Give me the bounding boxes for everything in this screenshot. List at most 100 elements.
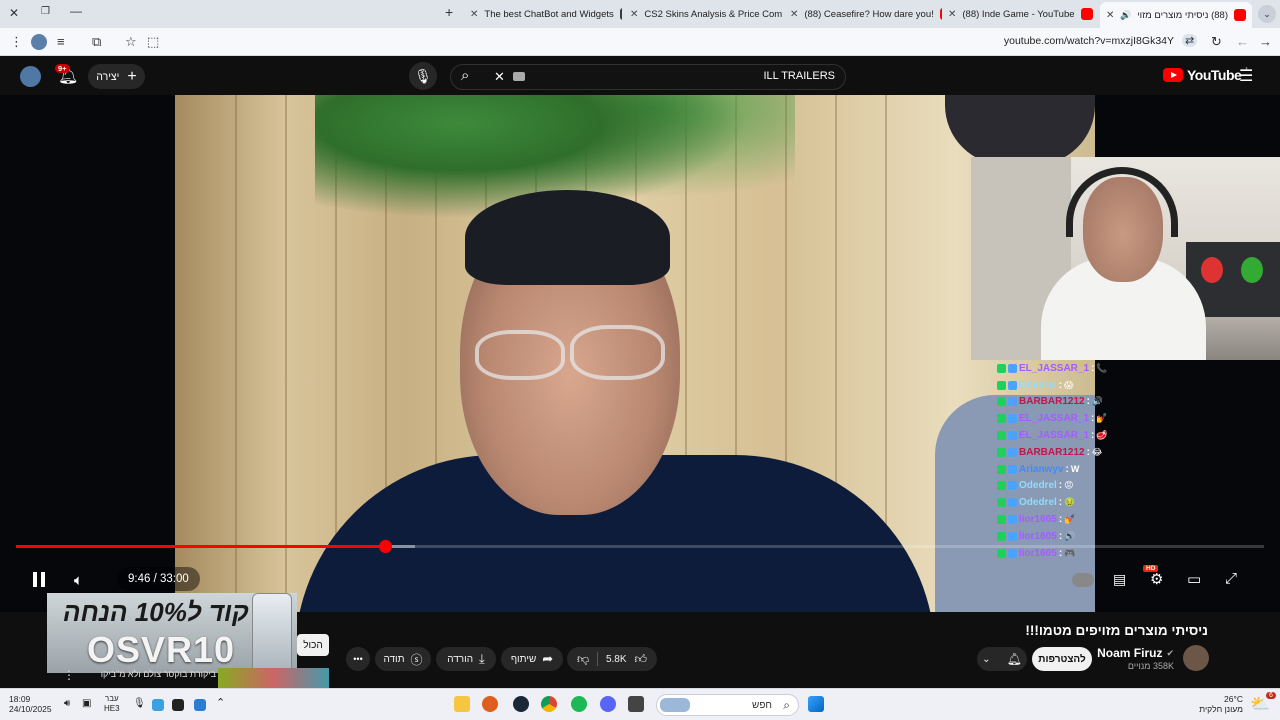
back-arrow-icon[interactable]: ←	[1236, 34, 1249, 49]
tray-app-icon[interactable]	[152, 699, 164, 711]
search-box[interactable]: ⌕ ✕ ILL TRAILERS	[450, 64, 846, 90]
account-avatar[interactable]	[20, 66, 41, 87]
subtitles-icon[interactable]: ▤	[1113, 571, 1126, 588]
network-icon[interactable]: ▣	[82, 698, 91, 709]
system-clock[interactable]: 18:09 24/10/2025	[9, 694, 52, 714]
windows-start-icon[interactable]	[808, 696, 824, 712]
chat-badge-icon	[1008, 414, 1017, 424]
thanks-dollar-icon: ⓢ	[410, 652, 423, 667]
chat-message: EL_JASSAR_1: 📞	[997, 360, 1157, 377]
url-field[interactable]: youtube.com/watch?v=mxzjI8Gk34Y	[1004, 35, 1174, 47]
notification-count-badge: 9+	[55, 64, 70, 73]
pause-button[interactable]	[33, 572, 45, 587]
search-icon: ⌕	[783, 698, 790, 712]
create-button[interactable]: יצירה +	[88, 64, 145, 89]
extensions-icon[interactable]: ⧉	[92, 34, 101, 50]
channel-name-row[interactable]: Noam Firuz ✔	[1097, 646, 1174, 660]
notification-settings-button[interactable]: ⌄ 🔔︎	[977, 647, 1027, 671]
search-input[interactable]: ILL TRAILERS	[763, 70, 835, 82]
guide-menu-icon[interactable]: ☰	[1239, 66, 1253, 86]
share-arrow-icon: ➦	[542, 651, 554, 666]
like-thumb-icon[interactable]: 👍︎	[634, 652, 647, 667]
thanks-button[interactable]: תודה ⓢ	[375, 647, 431, 671]
autoplay-toggle[interactable]	[1072, 573, 1094, 587]
video-frame[interactable]	[175, 95, 1095, 612]
youtube-favicon-icon	[1080, 8, 1093, 20]
tab-chatbot[interactable]: ✕ The best ChatBot and Widgets	[464, 3, 622, 25]
tray-app-icon[interactable]	[194, 699, 206, 711]
chat-username: EL_JASSAR_1	[1019, 430, 1090, 442]
reading-list-icon[interactable]: ≡	[57, 34, 65, 49]
youtube-logo[interactable]: YouTube IL	[1163, 67, 1249, 83]
related-video-title[interactable]: ביקורת בוקסר צולם ולא מ"ביקו	[86, 669, 216, 679]
chat-username: Odedrel	[1019, 480, 1057, 492]
chat-message: BARBAR1212: 🔊	[997, 394, 1157, 411]
close-window-icon[interactable]: ✕	[9, 6, 19, 20]
youtube-logo-text: YouTube	[1187, 67, 1242, 83]
chat-username: EL_JASSAR_1	[1019, 413, 1090, 425]
keyboard-icon[interactable]	[513, 72, 525, 81]
like-count[interactable]: 5.8K	[606, 654, 627, 665]
site-settings-icon[interactable]: ⇄	[1182, 34, 1198, 47]
reload-icon[interactable]: ↻	[1211, 34, 1222, 50]
join-button[interactable]: להצטרפות	[1032, 647, 1092, 671]
theater-mode-icon[interactable]: ▭	[1187, 570, 1201, 588]
menu-dots-icon[interactable]: ⋮	[10, 34, 23, 50]
discord-icon[interactable]	[600, 696, 616, 712]
related-more-icon[interactable]: ⋮	[63, 668, 75, 682]
download-button[interactable]: הורדה ⤓	[436, 647, 496, 671]
voice-search-mic-icon[interactable]: 🎙︎	[409, 62, 437, 90]
input-language[interactable]: עבר HE3	[104, 694, 120, 714]
volume-icon[interactable]: 🔈︎	[74, 572, 83, 589]
channel-name[interactable]: Noam Firuz	[1097, 646, 1162, 660]
close-tab-icon[interactable]: ✕	[948, 9, 956, 20]
related-video-thumbnail[interactable]	[218, 668, 329, 690]
speaker-icon[interactable]: 🔊︎	[64, 698, 70, 709]
tab-inde-game[interactable]: ✕ (88) Inde Game - YouTube	[942, 3, 1098, 25]
restore-window-icon[interactable]: ❐	[41, 6, 50, 17]
tab-ceasefire[interactable]: ✕ (88) Ceasefire? How dare you!	[784, 3, 942, 25]
weather-widget[interactable]: 26°C מעונן חלקית	[1199, 694, 1243, 714]
search-icon[interactable]: ⌕	[461, 67, 469, 84]
new-tab-icon[interactable]: +	[445, 4, 453, 20]
steam-icon[interactable]	[513, 696, 529, 712]
minimize-window-icon[interactable]: —	[70, 4, 82, 18]
chat-badge-icon	[1008, 380, 1017, 390]
share-button[interactable]: שיתוף ➦	[501, 647, 563, 671]
audio-playing-icon[interactable]: 🔊	[1120, 10, 1131, 21]
chat-text: 🥩	[1096, 430, 1108, 441]
more-actions-button[interactable]: •••	[346, 647, 370, 671]
channel-avatar[interactable]	[1183, 645, 1209, 671]
weather-temp: 26°C	[1224, 694, 1243, 704]
tab-search-icon[interactable]: ⌄	[1258, 5, 1276, 23]
onenote-tray-icon[interactable]	[172, 699, 184, 711]
settings-gear-icon[interactable]: ⚙︎	[1150, 570, 1163, 588]
close-tab-icon[interactable]: ✕	[470, 9, 478, 20]
glasses-right	[570, 325, 665, 380]
microphone-icon[interactable]: 🎙︎	[133, 698, 146, 709]
ad-banner[interactable]: קוד ל10% הנחה OSVR10	[47, 593, 297, 673]
video-player[interactable]: EL_JASSAR_1: 📞 Odedrel: 😱 BARBAR1212: 🔊 EL_JAS…	[0, 95, 1280, 612]
firefox-icon[interactable]	[482, 696, 498, 712]
app-window-icon[interactable]	[628, 696, 644, 712]
profile-avatar-icon[interactable]	[31, 34, 47, 50]
tab-cs2-skins[interactable]: ✕ CS2 Skins Analysis & Price Com	[624, 3, 782, 25]
taskbar-search-box[interactable]: חפש ⌕	[656, 694, 799, 716]
chrome-icon[interactable]	[541, 696, 557, 712]
fullscreen-icon[interactable]: ⤢	[1225, 570, 1237, 587]
close-tab-icon[interactable]: ✕	[1106, 10, 1114, 21]
dislike-thumb-icon[interactable]: 👎︎	[577, 652, 589, 667]
forward-arrow-icon[interactable]: →	[1259, 34, 1272, 49]
file-explorer-icon[interactable]	[454, 696, 470, 712]
screenshot-icon[interactable]: ⬚	[147, 34, 159, 50]
progress-bar[interactable]	[16, 540, 1264, 553]
clock-date: 24/10/2025	[9, 704, 52, 714]
close-tab-icon[interactable]: ✕	[790, 9, 798, 20]
tab-title: (88) Ceasefire? How dare you!	[804, 8, 934, 20]
bookmark-star-icon[interactable]: ☆	[125, 34, 137, 50]
close-tab-icon[interactable]: ✕	[630, 9, 638, 20]
tray-overflow-chevron-icon[interactable]: ⌃	[216, 696, 225, 709]
spotify-icon[interactable]	[571, 696, 587, 712]
clear-search-icon[interactable]: ✕	[494, 69, 505, 85]
tab-active-video[interactable]: ✕ 🔊 (88) ניסיתי מוצרים מזויפים	[1100, 2, 1252, 28]
